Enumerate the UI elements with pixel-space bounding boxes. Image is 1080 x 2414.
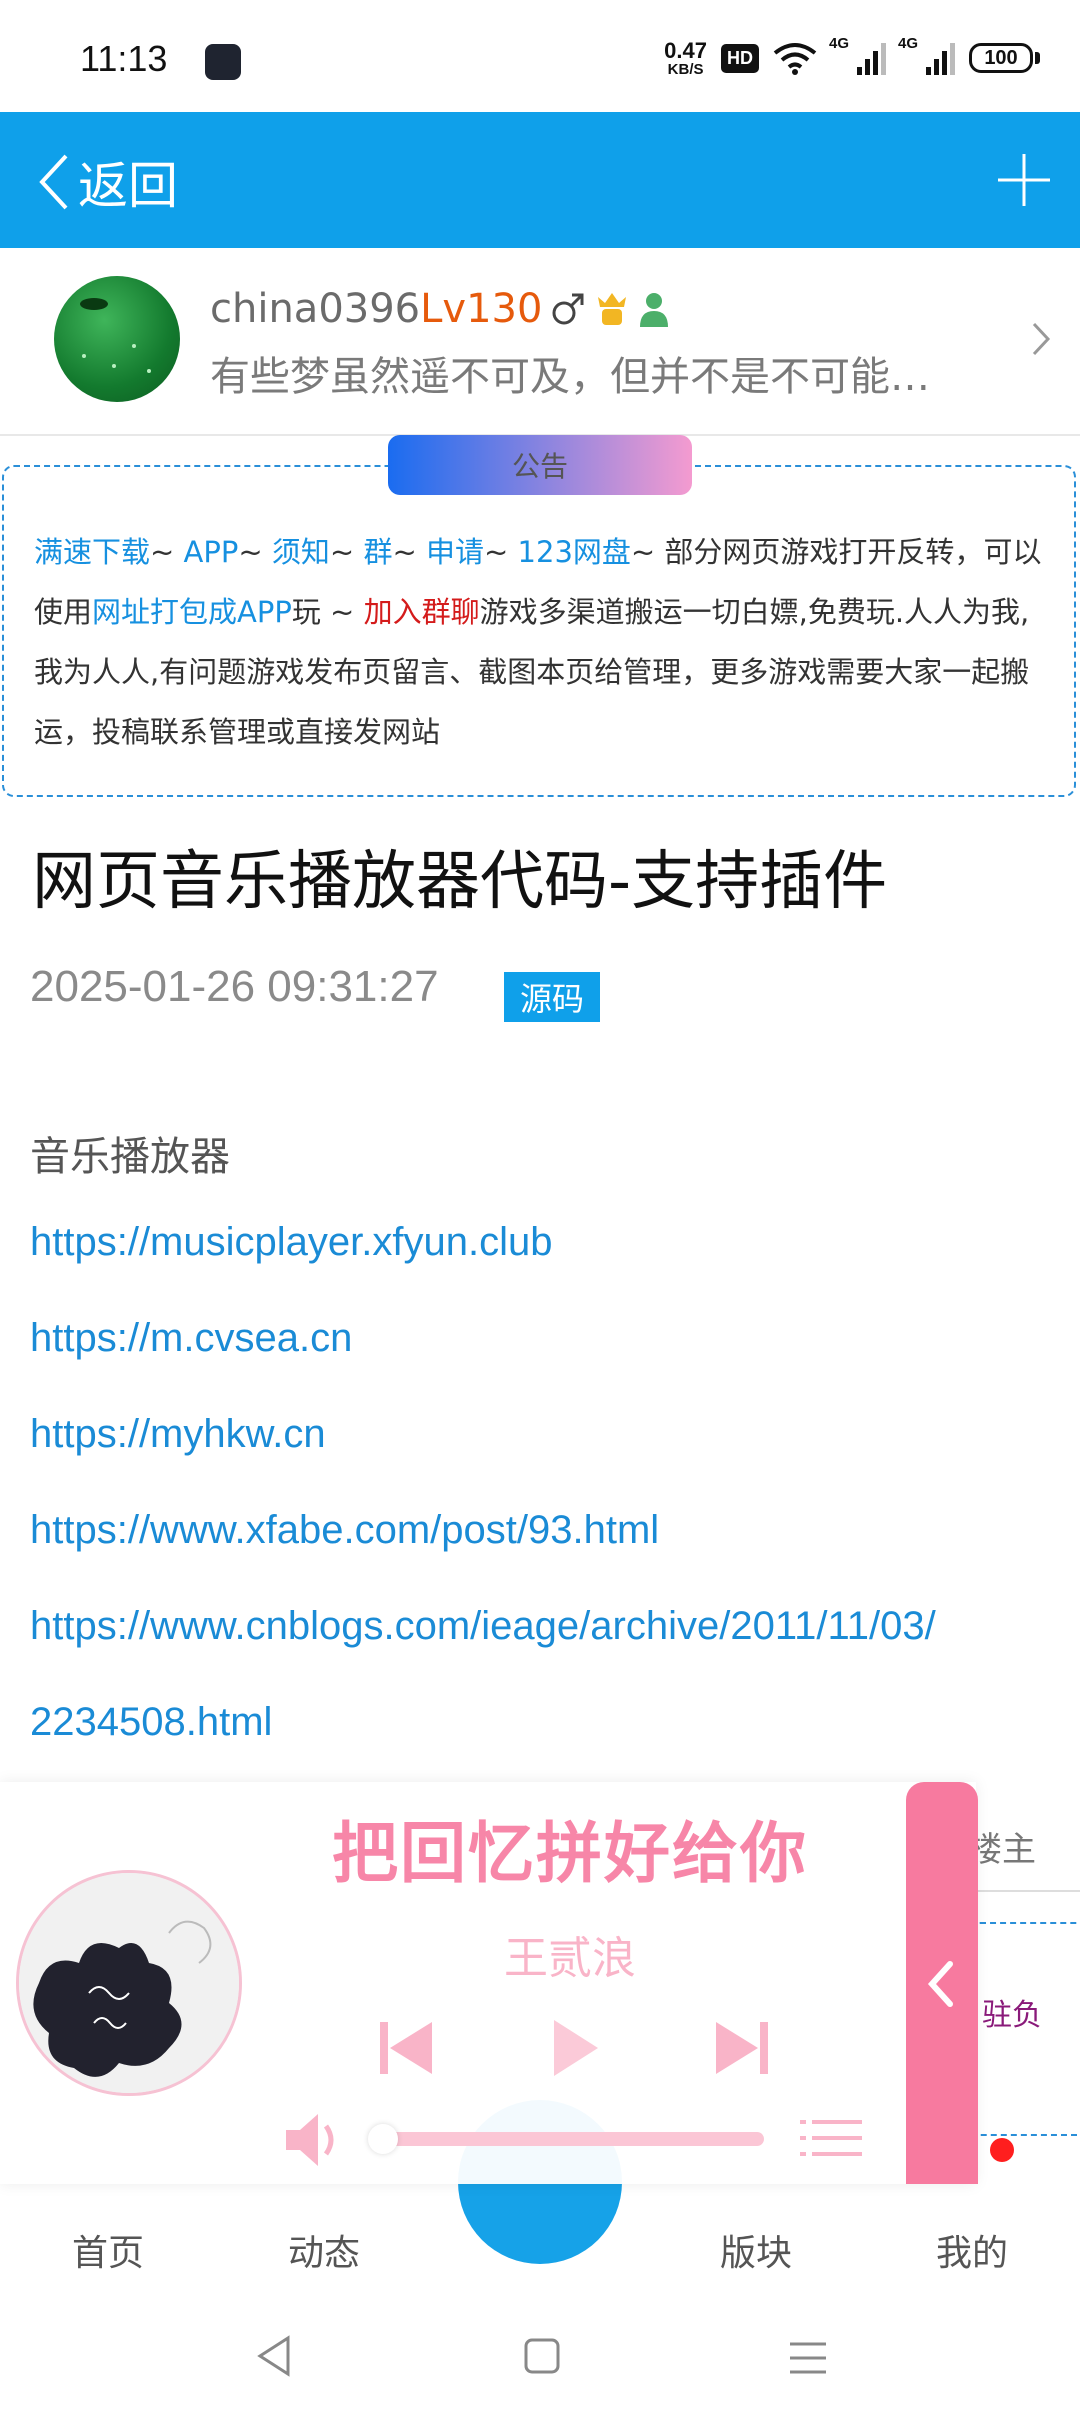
notice-link-join-group[interactable]: 加入群聊 bbox=[364, 595, 480, 629]
system-home-icon[interactable] bbox=[522, 2336, 562, 2376]
battery-icon: 100 bbox=[969, 43, 1040, 73]
post-link-5-cont[interactable]: 2234508.html bbox=[30, 1700, 272, 1745]
category-tag[interactable]: 源码 bbox=[504, 972, 601, 1022]
post-intro: 音乐播放器 bbox=[30, 1134, 230, 1180]
user-badge-icon bbox=[640, 293, 669, 327]
notice-link-pack-app[interactable]: 网址打包成APP bbox=[92, 595, 292, 629]
author-name: china0396 bbox=[210, 286, 421, 332]
system-nav-bar bbox=[0, 2294, 1080, 2414]
play-icon[interactable] bbox=[550, 2016, 602, 2080]
progress-handle[interactable] bbox=[368, 2124, 398, 2154]
notice-link-apply[interactable]: 申请 bbox=[426, 535, 484, 569]
notice-link-download[interactable]: 满速下载 bbox=[34, 535, 150, 569]
signal-label: 4G bbox=[898, 35, 919, 52]
plus-icon[interactable] bbox=[996, 152, 1052, 208]
notification-app-icon bbox=[205, 44, 241, 80]
partial-text: 驻负 bbox=[982, 1998, 1042, 2033]
wifi-icon bbox=[773, 43, 817, 75]
notice-link-123pan[interactable]: 123网盘 bbox=[518, 535, 631, 569]
hd-voice-icon: HD bbox=[721, 43, 759, 73]
system-menu-icon[interactable] bbox=[786, 2340, 830, 2376]
volume-icon[interactable] bbox=[282, 2110, 352, 2170]
notice-link-rules[interactable]: 须知 bbox=[272, 535, 330, 569]
notice-link-group[interactable]: 群 bbox=[363, 535, 392, 569]
nav-home-label: 首页 bbox=[71, 2233, 144, 2274]
network-speed-value: 0.47 bbox=[664, 37, 707, 63]
author-name-line: china0396 Lv130 bbox=[210, 286, 670, 332]
album-cover[interactable] bbox=[16, 1870, 242, 2096]
previous-track-icon[interactable] bbox=[376, 2016, 436, 2080]
status-bar: 11:13 0.47 KB/S HD 4G 4G 100 bbox=[0, 0, 1080, 112]
battery-level: 100 bbox=[969, 43, 1033, 73]
chevron-right-icon bbox=[1032, 322, 1051, 356]
author-level: Lv130 bbox=[420, 286, 543, 332]
post-link-3[interactable]: https://myhkw.cn bbox=[30, 1412, 326, 1457]
signal-label: 4G bbox=[829, 35, 850, 52]
nav-me-label: 我的 bbox=[935, 2233, 1008, 2274]
system-back-icon[interactable] bbox=[254, 2334, 294, 2378]
next-track-icon[interactable] bbox=[712, 2016, 772, 2080]
song-artist: 王贰浪 bbox=[504, 1933, 636, 1984]
post-link-5[interactable]: https://www.cnblogs.com/ieage/archive/20… bbox=[30, 1604, 936, 1649]
nav-me[interactable]: 我的 bbox=[902, 2224, 1042, 2276]
top-app-bar: 返回 bbox=[0, 112, 1080, 248]
player-collapse-tab[interactable] bbox=[906, 1782, 978, 2184]
chevron-left-icon bbox=[39, 154, 68, 210]
back-button[interactable]: 返回 bbox=[36, 146, 178, 218]
back-label: 返回 bbox=[78, 157, 178, 215]
male-gender-icon bbox=[552, 293, 584, 325]
network-speed-unit: KB/S bbox=[667, 60, 704, 78]
nav-boards[interactable]: 版块 bbox=[686, 2224, 826, 2276]
song-title: 把回忆拼好给你 bbox=[332, 1815, 808, 1892]
network-speed: 0.47 KB/S bbox=[664, 37, 707, 78]
post-link-4[interactable]: https://www.xfabe.com/post/93.html bbox=[30, 1508, 659, 1553]
post-link-1[interactable]: https://musicplayer.xfyun.club bbox=[30, 1220, 552, 1265]
notice-text: 满速下载~ APP~ 须知~ 群~ 申请~ 123网盘~ 部分网页游戏打开反转，… bbox=[34, 535, 1042, 749]
cellular-signal-icon-2: 4G bbox=[898, 35, 955, 75]
progress-bar[interactable] bbox=[380, 2132, 764, 2146]
nav-home[interactable]: 首页 bbox=[38, 2224, 178, 2276]
author-signature: 有些梦虽然遥不可及，但并不是不可能… bbox=[210, 354, 930, 400]
notice-text-2: 玩 ~ bbox=[291, 595, 364, 629]
filter-op-only[interactable]: 楼主 bbox=[968, 1822, 1036, 1871]
notice-title: 公告 bbox=[388, 435, 692, 495]
post-link-2[interactable]: https://m.cvsea.cn bbox=[30, 1316, 352, 1361]
admin-badge-icon bbox=[598, 293, 627, 325]
nav-feed[interactable]: 动态 bbox=[254, 2224, 394, 2276]
nav-feed-label: 动态 bbox=[287, 2233, 360, 2274]
notification-dot bbox=[990, 2138, 1014, 2162]
chevron-left-icon bbox=[927, 1961, 953, 2007]
post-datetime: 2025-01-26 09:31:27 bbox=[30, 962, 439, 1011]
author-row[interactable]: china0396 Lv130 有些梦虽然遥不可及，但并不是不可能… bbox=[0, 248, 1080, 436]
post-title: 网页音乐播放器代码-支持插件 bbox=[32, 845, 888, 919]
status-time: 11:13 bbox=[80, 38, 168, 79]
avatar[interactable] bbox=[54, 276, 180, 402]
cellular-signal-icon-1: 4G bbox=[829, 35, 886, 75]
status-icons: 0.47 KB/S HD 4G 4G 100 bbox=[664, 35, 1040, 80]
divider bbox=[968, 1890, 1080, 1892]
nav-boards-label: 版块 bbox=[719, 2233, 792, 2274]
notice-link-app[interactable]: APP bbox=[184, 535, 239, 569]
playlist-icon[interactable] bbox=[800, 2118, 862, 2158]
